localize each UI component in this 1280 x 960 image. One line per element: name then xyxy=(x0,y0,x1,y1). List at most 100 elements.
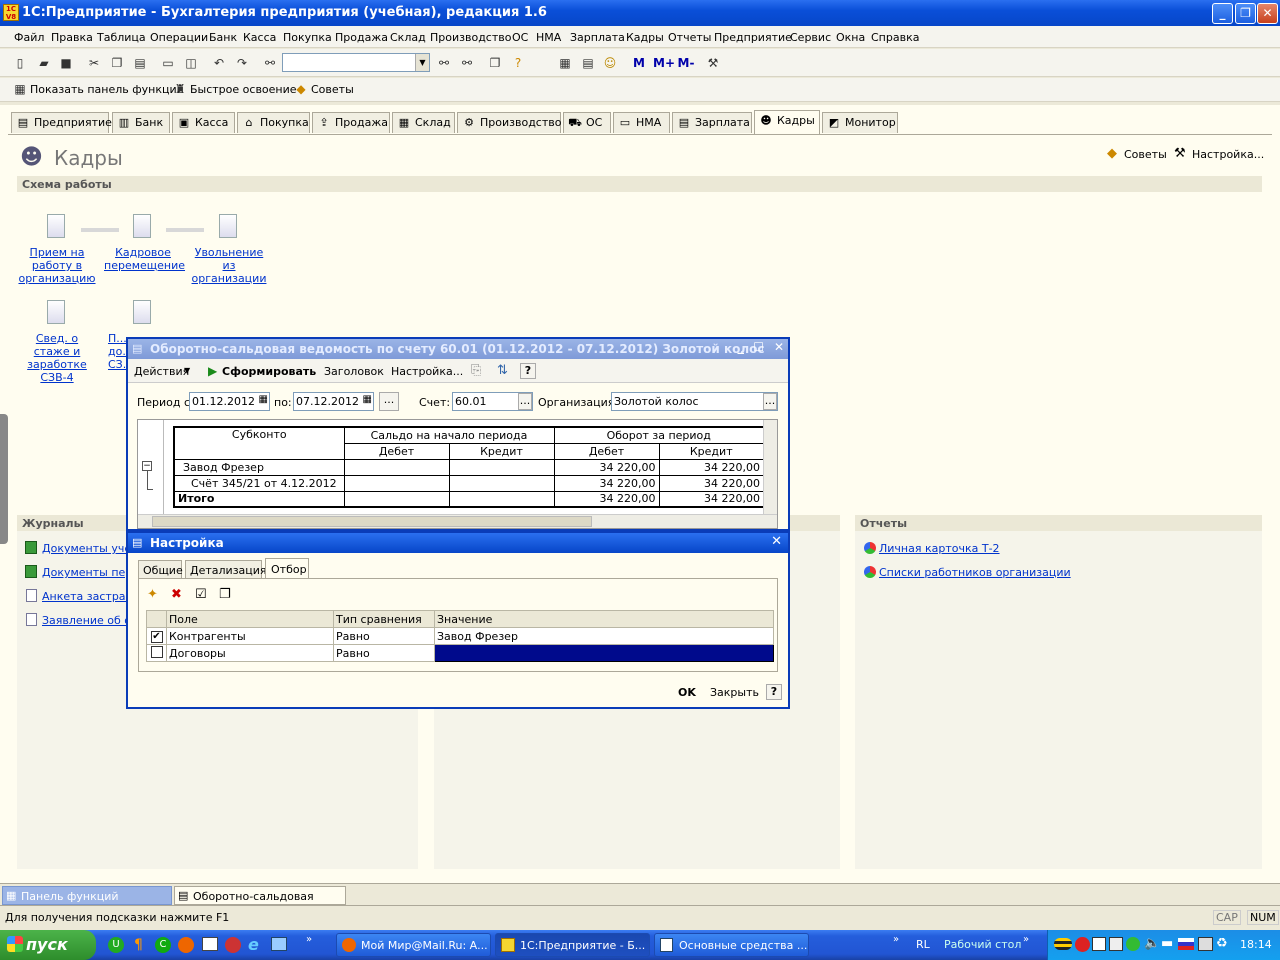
row-checkbox[interactable] xyxy=(150,645,163,658)
osv-close-icon[interactable]: ✕ xyxy=(774,340,784,354)
tab-production[interactable]: ⚙ Производство xyxy=(457,112,561,133)
firefox-icon[interactable] xyxy=(178,937,194,953)
menu-file[interactable]: Файл xyxy=(14,31,44,44)
menu-warehouse[interactable]: Склад xyxy=(390,31,426,44)
menu-production[interactable]: Производство xyxy=(430,31,511,44)
network-icon[interactable]: ▬ xyxy=(1161,936,1173,951)
menu-personnel[interactable]: Кадры xyxy=(626,31,664,44)
document-icon[interactable] xyxy=(133,214,151,238)
menu-enterprise[interactable]: Предприятие xyxy=(714,31,792,44)
refresh-icon[interactable]: ⇅ xyxy=(497,363,508,378)
osv-settings-button[interactable]: Настройка... xyxy=(391,365,463,378)
form-report-button[interactable]: Сформировать xyxy=(222,365,316,378)
open-icon[interactable]: ▰ xyxy=(36,55,52,71)
copy-filter-icon[interactable]: ❐ xyxy=(219,587,231,602)
tray-icon[interactable] xyxy=(1054,938,1072,950)
memory-minus-icon[interactable]: M- xyxy=(676,55,696,71)
document-icon[interactable] xyxy=(47,214,65,238)
calculator-icon[interactable]: ▦ xyxy=(557,55,573,71)
menu-cash[interactable]: Касса xyxy=(243,31,276,44)
save-icon[interactable]: ■ xyxy=(58,55,74,71)
task-1c[interactable]: 1С:Предприятие - Б... xyxy=(495,933,650,957)
menu-nma[interactable]: НМА xyxy=(536,31,561,44)
show-panel-button[interactable]: Показать панель функций xyxy=(30,83,184,96)
add-filter-icon[interactable]: ✦ xyxy=(147,587,158,602)
menu-table[interactable]: Таблица xyxy=(97,31,146,44)
undo-icon[interactable]: ↶ xyxy=(211,55,227,71)
menu-salary[interactable]: Зарплата xyxy=(570,31,625,44)
org-select-button[interactable]: ... xyxy=(763,393,777,410)
search-combo[interactable]: ▼ xyxy=(282,53,430,72)
scheme-link-hire[interactable]: Прием на работу в организацию xyxy=(18,246,96,285)
tray-icon[interactable]: ♻ xyxy=(1216,936,1228,951)
table-row[interactable]: Договоры Равно xyxy=(146,644,774,662)
journal-link[interactable]: Заявление об об xyxy=(42,614,138,627)
tray-icon[interactable] xyxy=(1109,937,1123,951)
tab-os[interactable]: ⛟ ОС xyxy=(563,112,611,133)
menu-purchase[interactable]: Покупка xyxy=(283,31,332,44)
journal-link[interactable]: Документы учет xyxy=(42,542,138,555)
osv-actions-menu[interactable]: Действия xyxy=(134,365,189,378)
menu-reports[interactable]: Отчеты xyxy=(668,31,711,44)
desktop-toolbar[interactable]: Рабочий стол xyxy=(944,938,1021,951)
preview-icon[interactable]: ◫ xyxy=(183,55,199,71)
quick-start-button[interactable]: Быстрое освоение xyxy=(190,83,297,96)
desktop-icon[interactable] xyxy=(271,937,287,951)
table-row-total[interactable]: Итого 34 220,00 34 220,00 xyxy=(173,490,765,508)
row-checkbox[interactable]: ✔ xyxy=(150,631,163,643)
document-icon[interactable] xyxy=(47,300,65,324)
1c-help-icon[interactable]: ? xyxy=(510,55,526,71)
tools-icon[interactable]: ⚒ xyxy=(705,55,721,71)
new-icon[interactable]: ▯ xyxy=(12,55,28,71)
scroll-thumb[interactable] xyxy=(152,516,592,527)
redo-icon[interactable]: ↷ xyxy=(234,55,250,71)
chevron-right-icon[interactable]: » xyxy=(893,934,899,945)
tab-general[interactable]: Общие xyxy=(138,560,183,578)
tray-icon[interactable] xyxy=(1075,937,1090,952)
maximize-button[interactable]: ❐ xyxy=(1235,3,1256,24)
close-dialog-button[interactable]: Закрыть xyxy=(710,686,759,699)
window-tab-osv[interactable]: ▤ Оборотно-сальдовая ведом... xyxy=(174,886,346,916)
delete-filter-icon[interactable]: ✖ xyxy=(171,587,182,602)
osv-maximize-icon[interactable]: ☐ xyxy=(753,340,764,354)
calendar-icon[interactable]: ▦ xyxy=(363,394,372,405)
table-row[interactable]: Завод Фрезер 34 220,00 34 220,00 xyxy=(173,458,765,476)
value-input-selected[interactable] xyxy=(434,644,774,662)
windows-icon[interactable]: ❐ xyxy=(487,55,503,71)
scheme-link-dismissal[interactable]: Увольнение из организации xyxy=(190,246,268,285)
table-row[interactable]: Счёт 345/21 от 4.12.2012 34 220,00 34 22… xyxy=(173,474,765,492)
language-indicator[interactable]: RL xyxy=(916,938,930,951)
menu-os[interactable]: ОС xyxy=(512,31,528,44)
menu-help[interactable]: Справка xyxy=(871,31,919,44)
dropdown-arrow-icon[interactable]: ▼ xyxy=(415,54,429,71)
memory-plus-icon[interactable]: M+ xyxy=(653,55,675,71)
tab-detail[interactable]: Детализация xyxy=(185,560,267,578)
tray-icon[interactable] xyxy=(1126,937,1140,951)
period-to-input[interactable]: 07.12.2012 ▦ xyxy=(293,392,374,411)
vertical-scrollbar[interactable] xyxy=(763,420,777,514)
tab-bank[interactable]: ▥ Банк xyxy=(112,112,170,133)
find-prev-icon[interactable]: ⚯ xyxy=(459,55,475,71)
speaker-icon[interactable]: 🔈 xyxy=(1144,936,1160,951)
report-sheet[interactable]: − Субконто Сальдо на начало периода Обор… xyxy=(137,419,778,529)
chevron-right-icon[interactable]: » xyxy=(1023,934,1029,945)
org-input[interactable]: Золотой колос... xyxy=(611,392,778,411)
menu-windows[interactable]: Окна xyxy=(836,31,865,44)
settings-title-bar[interactable]: ▤ Настройка ✕ xyxy=(128,533,788,553)
chevron-right-icon[interactable]: » xyxy=(306,934,312,945)
document-icon[interactable] xyxy=(219,214,237,238)
start-button[interactable]: пуск xyxy=(0,930,96,960)
task-mail[interactable]: Мой Мир@Mail.Ru: А... xyxy=(336,933,491,957)
scheme-link-szv4[interactable]: Свед. о стаже и заработке СЗВ-4 xyxy=(18,332,96,384)
tab-filter[interactable]: Отбор xyxy=(265,558,309,579)
find-icon[interactable]: ⚯ xyxy=(262,55,278,71)
quicklaunch-icon[interactable]: ¶ xyxy=(134,937,143,953)
tab-cash[interactable]: ▣ Касса xyxy=(172,112,235,133)
page-settings-button[interactable]: Настройка... xyxy=(1192,148,1264,161)
account-input[interactable]: 60.01... xyxy=(452,392,533,411)
quicklaunch-icon[interactable]: C xyxy=(155,937,171,953)
printer-icon[interactable] xyxy=(1198,937,1213,951)
quicklaunch-icon[interactable]: U xyxy=(108,937,124,953)
copy-icon[interactable]: ❐ xyxy=(109,55,125,71)
ie-icon[interactable]: e xyxy=(248,935,259,954)
